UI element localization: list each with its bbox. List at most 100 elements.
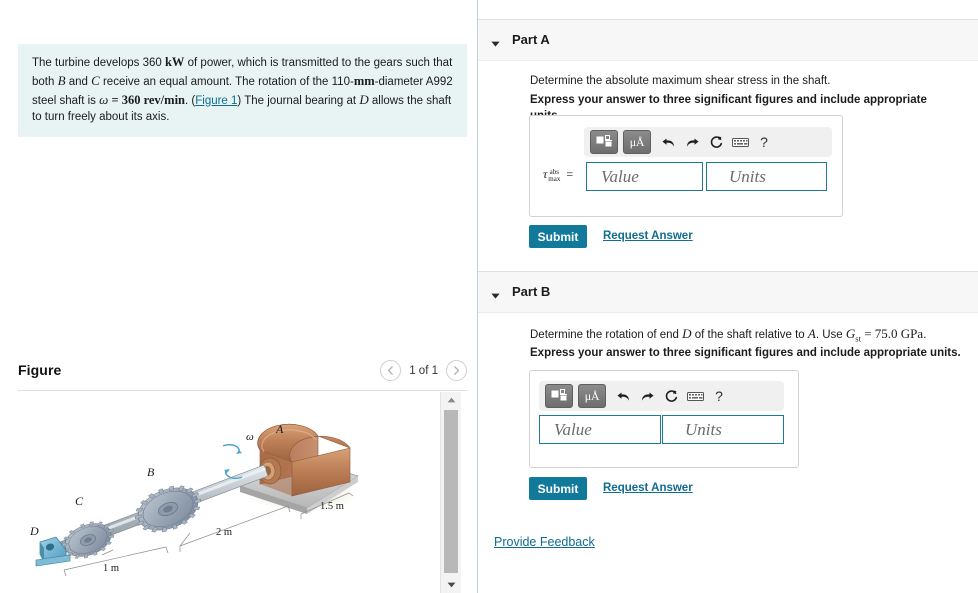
part-a-value-input[interactable]: Value bbox=[586, 162, 703, 191]
next-figure-button[interactable] bbox=[446, 360, 467, 381]
math-template-icon bbox=[551, 388, 567, 400]
problem-text-4: receive an equal amount. The rotation of… bbox=[99, 75, 354, 88]
reset-button[interactable] bbox=[704, 131, 728, 153]
problem-text-3: and bbox=[65, 75, 92, 88]
math-template-button[interactable] bbox=[545, 384, 573, 408]
figure-header: Figure 1 of 1 bbox=[18, 360, 467, 388]
redo-button[interactable] bbox=[680, 131, 704, 153]
redo-icon bbox=[686, 138, 698, 147]
part-b-collapse-caret[interactable] bbox=[491, 288, 500, 302]
part-b-q-t3: . Use bbox=[815, 329, 846, 341]
left-panel: The turbine develops 360 kW of power, wh… bbox=[0, 0, 477, 593]
redo-button[interactable] bbox=[635, 385, 659, 407]
part-a-value-placeholder: Value bbox=[601, 166, 639, 186]
math-template-icon bbox=[596, 134, 612, 146]
part-b-title: Part B bbox=[512, 284, 551, 299]
reset-icon bbox=[665, 389, 677, 402]
part-b-instruction: Express your answer to three significant… bbox=[530, 347, 961, 359]
tau-equals: = bbox=[566, 167, 574, 181]
units-button-label: μÅ bbox=[584, 388, 600, 403]
part-a-header[interactable]: Part A bbox=[478, 19, 978, 61]
gear-b bbox=[135, 485, 201, 533]
omega-arrowhead-top bbox=[236, 450, 242, 454]
part-a-math-toolbar: μÅ ? bbox=[584, 127, 832, 157]
part-a-title: Part A bbox=[512, 32, 550, 47]
omega-arrowhead-bottom bbox=[224, 469, 230, 473]
page-root: The turbine develops 360 kW of power, wh… bbox=[0, 0, 978, 593]
scrollbar-thumb[interactable] bbox=[444, 410, 458, 573]
keyboard-button[interactable] bbox=[728, 131, 752, 153]
scroll-down-button[interactable] bbox=[441, 577, 461, 593]
dimension-1m: 1 m bbox=[103, 563, 119, 574]
part-b-q-t2: of the shaft relative to bbox=[691, 329, 808, 341]
problem-text-7: ) The journal bearing at bbox=[237, 94, 360, 107]
gst-symbol: G bbox=[845, 326, 856, 341]
triangle-down-icon bbox=[447, 582, 455, 588]
part-b-var-a: A bbox=[807, 326, 816, 341]
var-d: D bbox=[359, 91, 369, 107]
part-b-units-input[interactable]: Units bbox=[662, 415, 784, 444]
redo-icon bbox=[641, 392, 653, 401]
var-c: C bbox=[91, 72, 100, 88]
dimension-1-5m: 1.5 m bbox=[320, 501, 344, 512]
figure-counter: 1 of 1 bbox=[409, 364, 438, 377]
dimension-2m: 2 m bbox=[216, 527, 232, 538]
help-label: ? bbox=[760, 134, 768, 150]
scroll-up-button[interactable] bbox=[441, 392, 461, 408]
figure-1-link[interactable]: Figure 1 bbox=[195, 95, 237, 107]
part-b-value-input[interactable]: Value bbox=[539, 415, 661, 444]
triangle-up-icon bbox=[447, 397, 455, 403]
label-b: B bbox=[147, 465, 155, 479]
part-b-math-toolbar: μÅ ? bbox=[539, 381, 784, 411]
keyboard-button[interactable] bbox=[683, 385, 707, 407]
part-a-question: Determine the absolute maximum shear str… bbox=[530, 75, 831, 87]
part-b-answer-box: μÅ ? Value Units bbox=[529, 370, 799, 468]
part-b-gst: Gst bbox=[845, 326, 861, 344]
keyboard-icon bbox=[731, 137, 749, 147]
right-panel: Part A Determine the absolute maximum sh… bbox=[478, 0, 978, 593]
previous-figure-button[interactable] bbox=[380, 360, 402, 381]
units-button-label: μÅ bbox=[629, 134, 645, 149]
chevron-right-icon bbox=[454, 366, 460, 375]
label-a: A bbox=[275, 422, 284, 436]
tau-sub-bottom: max bbox=[548, 175, 561, 184]
help-button[interactable]: ? bbox=[707, 385, 731, 407]
label-d: D bbox=[29, 524, 39, 538]
part-a-units-input[interactable]: Units bbox=[706, 162, 827, 191]
part-b-header[interactable]: Part B bbox=[478, 271, 978, 313]
rpm-value: 360 rev/min bbox=[121, 92, 185, 107]
label-c: C bbox=[75, 494, 84, 508]
unit-mm: mm bbox=[353, 73, 375, 88]
units-button[interactable]: μÅ bbox=[623, 130, 651, 154]
problem-text-1: The turbine develops 360 bbox=[32, 57, 165, 69]
part-b-submit-button[interactable]: Submit bbox=[529, 477, 587, 500]
reset-icon bbox=[710, 135, 722, 148]
part-a-submit-button[interactable]: Submit bbox=[529, 225, 587, 248]
equals-sign: = bbox=[108, 92, 122, 107]
units-button[interactable]: μÅ bbox=[578, 384, 606, 408]
part-b-q-t5: . bbox=[923, 329, 927, 341]
part-b-request-answer-link[interactable]: Request Answer bbox=[603, 482, 693, 494]
figure-navigation: 1 of 1 bbox=[380, 360, 467, 381]
caret-down-icon bbox=[491, 293, 500, 299]
figure-illustration: A B C D ω 1.5 m 2 m 1 m bbox=[18, 392, 436, 593]
help-label: ? bbox=[715, 388, 723, 404]
math-template-button[interactable] bbox=[590, 130, 618, 154]
label-omega: ω bbox=[246, 431, 254, 443]
part-a-request-answer-link[interactable]: Request Answer bbox=[603, 230, 693, 242]
figure-divider bbox=[18, 390, 467, 391]
part-a-collapse-caret[interactable] bbox=[491, 36, 500, 50]
part-b-var-d: D bbox=[682, 326, 692, 341]
provide-feedback-link[interactable]: Provide Feedback bbox=[494, 535, 595, 549]
unit-kw: kW bbox=[164, 55, 185, 69]
reset-button[interactable] bbox=[659, 385, 683, 407]
undo-button[interactable] bbox=[656, 131, 680, 153]
var-b: B bbox=[57, 72, 66, 88]
keyboard-icon bbox=[686, 391, 704, 401]
chevron-left-icon bbox=[388, 366, 394, 375]
help-button[interactable]: ? bbox=[752, 131, 776, 153]
undo-button[interactable] bbox=[611, 385, 635, 407]
undo-icon bbox=[662, 138, 674, 147]
tau-symbol: τ bbox=[543, 167, 548, 181]
figure-scrollbar[interactable] bbox=[440, 392, 461, 593]
